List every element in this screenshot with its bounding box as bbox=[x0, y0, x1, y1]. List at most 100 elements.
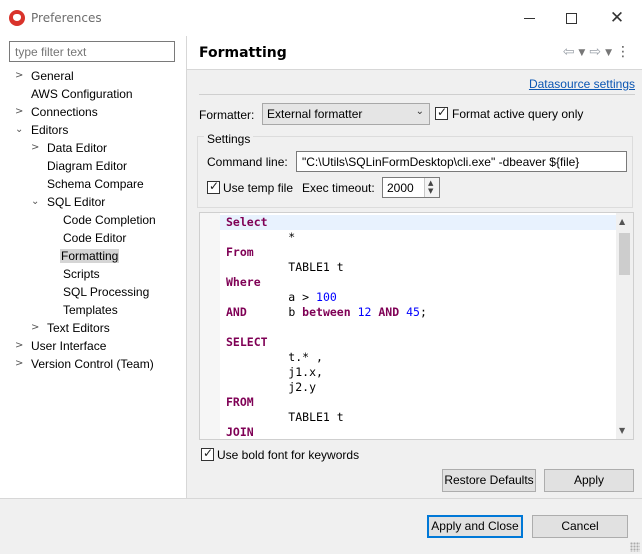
tree-item-label: Diagram Editor bbox=[47, 159, 128, 173]
forward-dropdown-icon[interactable]: ▼ bbox=[605, 44, 612, 60]
tree-item-diagram-editor[interactable]: Diagram Editor bbox=[46, 157, 128, 175]
tree-item-data-editor[interactable]: > Data Editor bbox=[31, 139, 108, 157]
tree-item-text-editors[interactable]: > Text Editors bbox=[31, 319, 111, 337]
sql-text: a > bbox=[226, 290, 317, 304]
sql-text: t.* , bbox=[226, 350, 323, 364]
filter-input[interactable] bbox=[9, 41, 175, 62]
code-line: SELECT bbox=[226, 335, 427, 350]
maximize-button[interactable] bbox=[556, 6, 586, 30]
format-active-query-checkbox[interactable] bbox=[435, 105, 448, 120]
close-button[interactable]: ✕ bbox=[602, 6, 632, 30]
tree-item-label: SQL Processing bbox=[63, 285, 150, 299]
bold-keywords-checkbox[interactable] bbox=[201, 446, 214, 461]
code-line: TABLE1 t bbox=[226, 410, 427, 425]
code-line: JOIN bbox=[226, 425, 427, 439]
sql-keyword: Select bbox=[226, 215, 268, 229]
tree-item-code-completion[interactable]: Code Completion bbox=[62, 211, 157, 229]
chevron-right-icon[interactable]: > bbox=[15, 103, 27, 121]
command-line-input[interactable]: "C:\Utils\SQLinFormDesktop\cli.exe" -dbe… bbox=[296, 151, 627, 172]
tree-item-scripts[interactable]: Scripts bbox=[62, 265, 101, 283]
sql-text: TABLE1 t bbox=[226, 260, 344, 274]
tree-item-editors[interactable]: ⌄ Editors bbox=[15, 121, 69, 139]
bold-keywords-label: Use bold font for keywords bbox=[217, 448, 360, 462]
exec-timeout-label: Exec timeout: bbox=[302, 181, 375, 195]
datasource-settings-link[interactable]: Datasource settings bbox=[529, 77, 635, 91]
apply-button[interactable]: Apply bbox=[544, 469, 634, 492]
exec-timeout-value: 2000 bbox=[387, 181, 414, 195]
tree-item-general[interactable]: > General bbox=[15, 67, 75, 85]
spinner-up-icon[interactable]: ▲ bbox=[428, 179, 433, 187]
cancel-button[interactable]: Cancel bbox=[532, 515, 628, 538]
restore-defaults-button[interactable]: Restore Defaults bbox=[442, 469, 536, 492]
tree-item-label: Data Editor bbox=[47, 141, 108, 155]
chevron-right-icon[interactable]: > bbox=[15, 67, 27, 85]
sql-preview[interactable]: Select * From TABLE1 t Where a > 100 AND b … bbox=[199, 212, 634, 440]
resize-grip-icon[interactable] bbox=[630, 542, 640, 552]
more-menu-icon[interactable]: ⋮ bbox=[616, 44, 630, 60]
scroll-up-icon[interactable]: ▲ bbox=[619, 217, 625, 226]
tree-item-connections[interactable]: > Connections bbox=[15, 103, 99, 121]
sql-number: 45 bbox=[406, 305, 420, 319]
code-line: FROM bbox=[226, 395, 427, 410]
tree-item-label: AWS Configuration bbox=[31, 87, 133, 101]
tree-item-formatting[interactable]: Formatting bbox=[60, 247, 120, 265]
tree-item-label: Code Completion bbox=[63, 213, 156, 227]
spinner-buttons: ▲ ▼ bbox=[424, 178, 439, 197]
sql-keyword: AND bbox=[378, 305, 400, 319]
exec-timeout-spinner[interactable]: 2000 ▲ ▼ bbox=[382, 177, 440, 198]
tree-item-sql-editor[interactable]: ⌄ SQL Editor bbox=[31, 193, 106, 211]
command-line-label: Command line: bbox=[207, 155, 288, 169]
chevron-right-icon[interactable]: > bbox=[31, 139, 43, 157]
sql-preview-text: Select * From TABLE1 t Where a > 100 AND b … bbox=[226, 215, 427, 439]
chevron-down-icon[interactable]: ⌄ bbox=[31, 193, 43, 211]
tree-item-schema-compare[interactable]: Schema Compare bbox=[46, 175, 145, 193]
tree-item-aws-configuration[interactable]: AWS Configuration bbox=[30, 85, 134, 103]
scrollbar-thumb[interactable] bbox=[619, 233, 630, 275]
tree-item-label: Formatting bbox=[60, 249, 120, 263]
tree-item-label: Schema Compare bbox=[47, 177, 144, 191]
code-line: Select bbox=[226, 215, 427, 230]
chevron-down-icon[interactable]: ⌄ bbox=[15, 121, 27, 139]
tree-item-label: User Interface bbox=[31, 339, 107, 353]
tree-item-templates[interactable]: Templates bbox=[62, 301, 119, 319]
formatter-select-value: External formatter bbox=[267, 107, 363, 121]
sql-keyword: Where bbox=[226, 275, 261, 289]
sql-text: j2.y bbox=[226, 380, 317, 394]
chevron-right-icon[interactable]: > bbox=[15, 355, 27, 373]
chevron-right-icon[interactable]: > bbox=[31, 319, 43, 337]
close-icon: ✕ bbox=[609, 8, 625, 28]
sql-keyword: FROM bbox=[226, 395, 254, 409]
vertical-scrollbar[interactable]: ▲ ▼ bbox=[616, 213, 633, 439]
back-dropdown-icon[interactable]: ▼ bbox=[578, 44, 585, 60]
tree-item-label: Scripts bbox=[63, 267, 100, 281]
sql-number: 100 bbox=[316, 290, 337, 304]
tree-item-version-control[interactable]: > Version Control (Team) bbox=[15, 355, 155, 373]
tree-item-label: Connections bbox=[31, 105, 98, 119]
spinner-down-icon[interactable]: ▼ bbox=[428, 187, 433, 195]
scroll-down-icon[interactable]: ▼ bbox=[619, 426, 625, 435]
sql-text: j1.x, bbox=[226, 365, 323, 379]
apply-and-close-button[interactable]: Apply and Close bbox=[427, 515, 523, 538]
line-ruler bbox=[200, 213, 220, 439]
chevron-right-icon[interactable]: > bbox=[15, 337, 27, 355]
tree-item-sql-processing[interactable]: SQL Processing bbox=[62, 283, 150, 301]
tree-item-code-editor[interactable]: Code Editor bbox=[62, 229, 127, 247]
page-title: Formatting bbox=[199, 45, 287, 61]
maximize-icon bbox=[565, 12, 577, 24]
forward-arrow-icon[interactable]: ⇨ bbox=[589, 44, 601, 60]
minimize-button[interactable] bbox=[514, 6, 544, 30]
tree-item-label: SQL Editor bbox=[47, 195, 106, 209]
dialog-footer: Apply and Close Cancel bbox=[0, 498, 642, 554]
sql-keyword: SELECT bbox=[226, 335, 268, 349]
back-arrow-icon[interactable]: ⇦ bbox=[563, 44, 575, 60]
sql-keyword: From bbox=[226, 245, 254, 259]
tree-item-user-interface[interactable]: > User Interface bbox=[15, 337, 107, 355]
use-temp-file-checkbox[interactable] bbox=[207, 179, 220, 194]
settings-group-title: Settings bbox=[204, 132, 254, 146]
code-line: j1.x, bbox=[226, 365, 427, 380]
code-line: AND b between 12 AND 45; bbox=[226, 305, 427, 320]
page-header: Formatting ⇦ ▼ ⇨ ▼ ⋮ bbox=[187, 36, 642, 70]
use-temp-file-label: Use temp file bbox=[223, 181, 294, 195]
formatter-select[interactable]: External formatter ⌄ bbox=[262, 103, 430, 125]
